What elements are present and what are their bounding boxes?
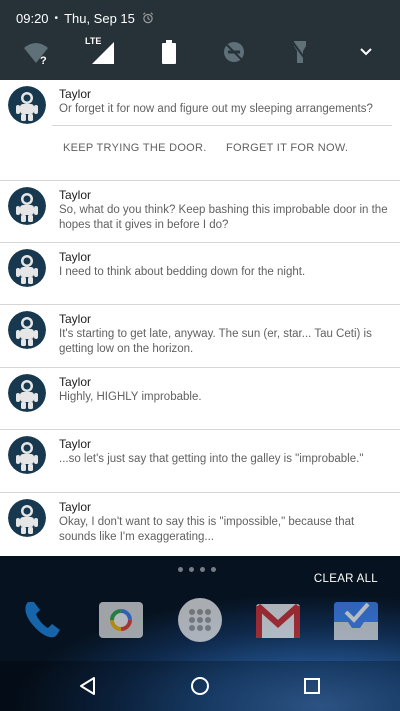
wifi-unknown-icon[interactable]: ?: [22, 38, 50, 66]
status-row: 09:20 • Thu, Sep 15: [16, 9, 155, 27]
notification-card[interactable]: Taylor Okay, I don't want to say this is…: [0, 493, 400, 556]
astronaut-avatar-icon: [8, 436, 46, 474]
notification-message: It's starting to get late, anyway. The s…: [59, 328, 372, 355]
home-icon[interactable]: [188, 674, 212, 698]
forget-it-button[interactable]: FORGET IT FOR NOW.: [226, 142, 348, 154]
status-date: Thu, Sep 15: [64, 10, 135, 26]
astronaut-avatar-icon: [8, 86, 46, 124]
astronaut-avatar-icon: [8, 187, 46, 225]
clear-all-button[interactable]: CLEAR ALL: [314, 573, 378, 585]
notification-message: ...so let's just say that getting into t…: [59, 453, 364, 465]
astronaut-avatar-icon: [8, 311, 46, 349]
status-separator: •: [54, 12, 59, 24]
notification-card[interactable]: Taylor It's starting to get late, anyway…: [0, 305, 400, 368]
page-dot: [211, 567, 216, 572]
navigation-bar: [0, 661, 400, 711]
notification-sender: Taylor: [59, 437, 92, 451]
notification-sender: Taylor: [59, 188, 92, 202]
page-dot: [178, 567, 183, 572]
status-time: 09:20: [16, 10, 49, 26]
divider: [52, 125, 392, 126]
notification-actions: KEEP TRYING THE DOOR. FORGET IT FOR NOW.: [0, 136, 400, 166]
notification-message: I need to think about bedding down for t…: [59, 266, 306, 278]
phone-icon[interactable]: [18, 596, 66, 644]
keep-trying-door-button[interactable]: KEEP TRYING THE DOOR.: [63, 142, 207, 154]
notification-card[interactable]: Taylor I need to think about bedding dow…: [0, 243, 400, 305]
notification-sender: Taylor: [59, 87, 92, 101]
lte-signal-icon[interactable]: LTE: [85, 36, 118, 66]
notification-message: Or forget it for now and figure out my s…: [59, 103, 373, 115]
notification-message: Highly, HIGHLY improbable.: [59, 391, 202, 403]
app-drawer-icon[interactable]: [176, 596, 224, 644]
astronaut-avatar-icon: [8, 374, 46, 412]
notification-sender: Taylor: [59, 312, 92, 326]
flashlight-off-icon[interactable]: [286, 38, 314, 66]
quick-settings-header: 09:20 • Thu, Sep 15 ? LTE: [0, 0, 400, 80]
notification-card[interactable]: Taylor ...so let's just say that getting…: [0, 430, 400, 493]
recents-icon[interactable]: [300, 674, 324, 698]
svg-text:?: ?: [40, 55, 47, 65]
astronaut-avatar-icon: [8, 499, 46, 537]
notification-message: Okay, I don't want to say this is "impos…: [59, 516, 355, 543]
gmail-icon[interactable]: [254, 596, 302, 644]
dock: [0, 596, 400, 648]
back-icon[interactable]: [76, 674, 100, 698]
notification-card[interactable]: Taylor Highly, HIGHLY improbable.: [0, 368, 400, 430]
notification-sender: Taylor: [59, 500, 92, 514]
alarm-icon: [142, 12, 153, 24]
notification-sender: Taylor: [59, 250, 92, 264]
notification-card[interactable]: Taylor Or forget it for now and figure o…: [0, 80, 400, 181]
page-dot: [200, 567, 205, 572]
notification-message: So, what do you think? Keep bashing this…: [59, 204, 388, 231]
astronaut-avatar-icon: [8, 249, 46, 287]
lte-label: LTE: [85, 36, 102, 46]
page-indicator: [178, 567, 216, 572]
inbox-icon[interactable]: [332, 596, 380, 644]
battery-icon[interactable]: [155, 38, 183, 66]
notification-sender: Taylor: [59, 375, 92, 389]
expand-chevron-icon[interactable]: [352, 38, 380, 66]
notification-list: Taylor Or forget it for now and figure o…: [0, 80, 400, 556]
quick-settings-icons: ? LTE: [0, 36, 400, 66]
camera-icon[interactable]: [97, 596, 145, 644]
do-not-disturb-off-icon[interactable]: [220, 38, 248, 66]
page-dot: [189, 567, 194, 572]
notification-card[interactable]: Taylor So, what do you think? Keep bashi…: [0, 181, 400, 243]
